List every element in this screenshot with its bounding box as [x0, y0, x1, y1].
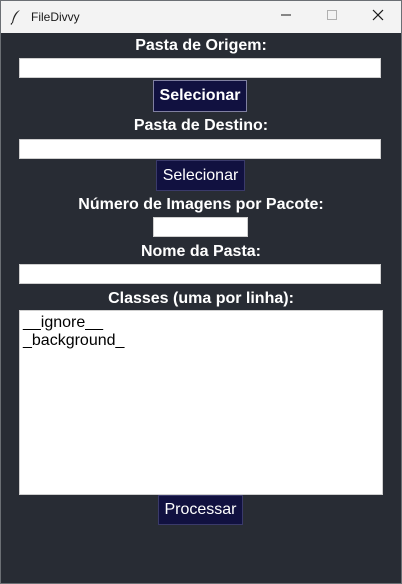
close-button[interactable] [355, 1, 401, 33]
maximize-button[interactable] [309, 1, 355, 33]
close-icon [372, 8, 384, 26]
minimize-icon [280, 8, 292, 26]
minimize-button[interactable] [263, 1, 309, 33]
select-source-button[interactable]: Selecionar [153, 80, 247, 112]
select-dest-button[interactable]: Selecionar [156, 160, 245, 191]
title-bar[interactable]: FileDivvy [1, 1, 401, 33]
dest-folder-input[interactable] [19, 139, 381, 159]
process-button[interactable]: Processar [158, 495, 243, 525]
maximize-icon [326, 8, 338, 26]
folder-name-input[interactable] [19, 264, 381, 284]
source-folder-label: Pasta de Origem: [135, 37, 267, 54]
classes-textarea[interactable]: __ignore__ _background_ [19, 310, 383, 495]
images-per-pack-input[interactable] [153, 217, 248, 237]
folder-name-label: Nome da Pasta: [140, 243, 262, 260]
app-window: FileDivvy Pasta de Origem: Selecionar Pa… [0, 0, 402, 584]
dest-folder-label: Pasta de Destino: [133, 117, 269, 134]
class-line: __ignore__ [23, 314, 104, 331]
window-title: FileDivvy [31, 10, 80, 24]
classes-label: Classes (uma por linha): [108, 290, 294, 307]
source-folder-input[interactable] [19, 58, 381, 78]
feather-icon [9, 9, 23, 25]
class-line: _background_ [23, 332, 125, 349]
images-per-pack-label: Número de Imagens por Pacote: [78, 196, 324, 213]
